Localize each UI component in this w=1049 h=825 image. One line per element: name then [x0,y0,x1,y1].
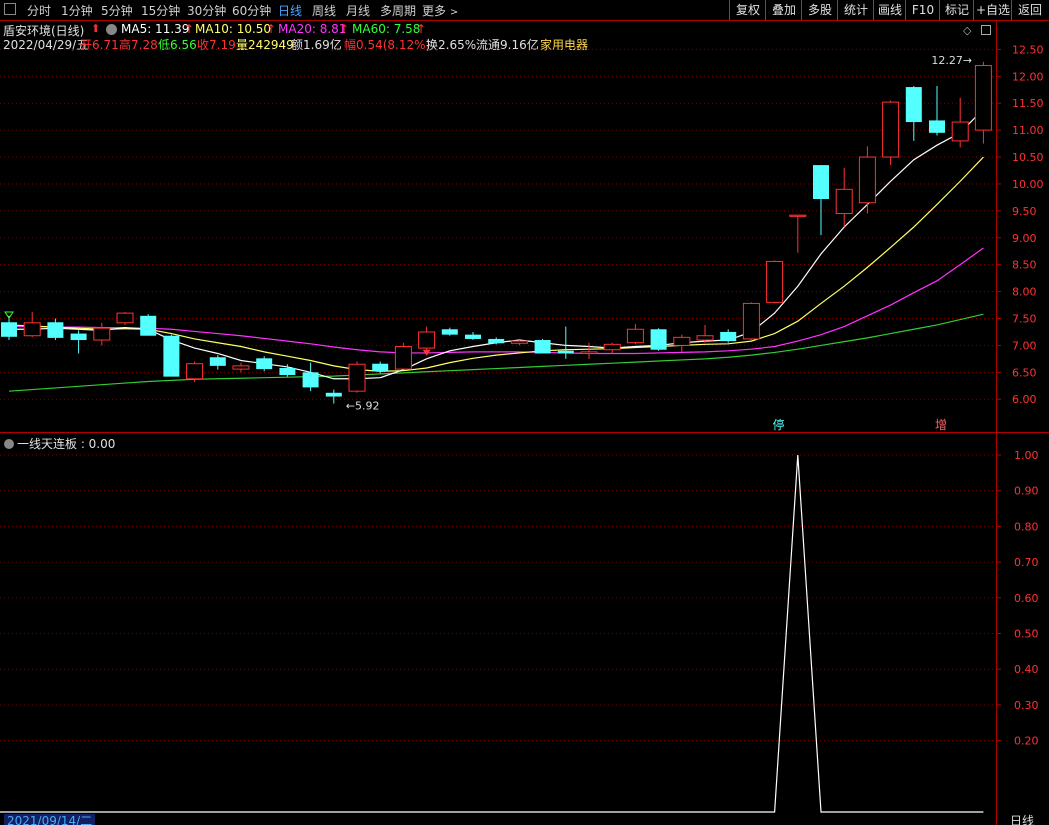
candle-body-up [348,363,366,392]
candle-body-down [70,333,87,341]
candle-body-down [929,120,945,133]
candle-body-down [256,358,273,370]
candle-body-up [418,331,436,349]
indicator-tick-label: 0.40 [1014,663,1039,676]
candle-body-down [302,372,319,388]
indicator-tick-label: 0.70 [1014,556,1039,569]
candle-body-down [465,334,481,339]
candle-body-up [603,343,621,351]
indicator-tick-label: 0.80 [1014,520,1039,533]
price-tick-label: 6.00 [1012,393,1037,406]
candle-body-up [186,363,204,380]
low-price-label: ←5.92 [346,400,380,413]
candle-body-up [232,365,250,370]
footer-period-text: 日线 [1010,814,1035,825]
price-tick-label: 10.50 [1012,151,1044,164]
candle-body-down [441,329,458,335]
candle-body-down [720,331,737,342]
indicator-tick-label: 0.20 [1014,735,1039,748]
candle-body-down [557,350,574,354]
candle-body-up [951,121,969,142]
price-annotations: ←5.92 12.27→ 停 增 [4,54,972,432]
chart-canvas[interactable]: 12.50 12.00 11.50 11.00 10.50 10.00 9.50 9.00 8.… [0,0,1049,825]
price-tick-label: 8.00 [1012,286,1037,299]
indicator-tick-label: 0.30 [1014,699,1039,712]
candle-body-up [789,214,807,217]
candle-body-down [813,165,829,200]
indicator-tick-label: 0.60 [1014,592,1039,605]
candle-body-up [696,335,714,341]
indicator-tick-label: 0.90 [1014,485,1039,498]
price-tick-label: 6.50 [1012,366,1037,379]
price-tick-label: 12.50 [1012,43,1044,56]
candle-body-up [835,188,853,215]
candle-body-up [23,322,41,337]
candle-body-down [1,322,17,337]
indicator-title[interactable]: 一线天连板 : 0.00 [4,435,115,452]
candle-body-up [93,327,111,341]
candle-body-up [742,302,760,340]
footer-date-text: 2021/09/14/二 [7,814,93,825]
price-tick-label: 11.50 [1012,97,1044,110]
indicator-axis: 1.00 0.90 0.80 0.70 0.60 0.50 0.40 0.30 0.20 [996,449,1039,748]
ma-lines [8,108,984,392]
candle-body-down [140,315,157,336]
price-tick-label: 10.00 [1012,178,1044,191]
indicator-grid [0,454,996,742]
candle-body-down [650,329,667,350]
buy-arrow-icon [4,311,14,319]
indicator-tick-label: 1.00 [1014,449,1039,462]
candle-body-up [510,340,528,344]
candle-body-down [905,87,922,123]
footer-period[interactable]: 日线 [1010,814,1034,825]
price-tick-label: 9.00 [1012,232,1037,245]
price-tick-label: 12.00 [1012,70,1044,83]
candle-body-up [858,156,876,204]
candle-body-up [766,260,784,303]
candle-body-up [974,65,992,131]
indicator-title-text: 一线天连板 : 0.00 [17,437,116,451]
indicator-tick-label: 0.50 [1014,628,1039,641]
candle-body-up [626,328,644,344]
candle-body-down [279,368,296,376]
candle-body-up [882,101,900,158]
price-tick-label: 7.50 [1012,313,1037,326]
candle-body-down [47,322,64,338]
limit-up-marker: 停 [773,417,785,432]
candle-body-down [534,340,551,354]
footer-date: 2021/09/14/二 [4,814,96,825]
panel-toggle-icon[interactable] [981,25,991,35]
candle-body-down [325,392,342,397]
chevron-down-icon[interactable] [4,439,14,449]
indicator-series [0,454,984,813]
candle-body-down [163,335,180,377]
price-tick-label: 7.00 [1012,339,1037,352]
price-tick-label: 11.00 [1012,124,1044,137]
candle-body-down [209,357,226,366]
high-price-label: 12.27→ [931,54,972,67]
candle-body-up [116,312,134,324]
increase-marker: 增 [935,418,947,432]
candle-body-up [673,336,691,346]
candle-body-up [394,345,412,370]
indicator-line [0,454,984,813]
price-axis: 12.50 12.00 11.50 11.00 10.50 10.00 9.50 9.00 8.… [996,43,1044,406]
diamond-icon[interactable]: ◇ [963,24,971,37]
price-tick-label: 9.50 [1012,205,1037,218]
candle-body-down [372,363,389,372]
price-tick-label: 8.50 [1012,259,1037,272]
candle-body-up [580,351,598,354]
candle-body-down [488,338,505,344]
